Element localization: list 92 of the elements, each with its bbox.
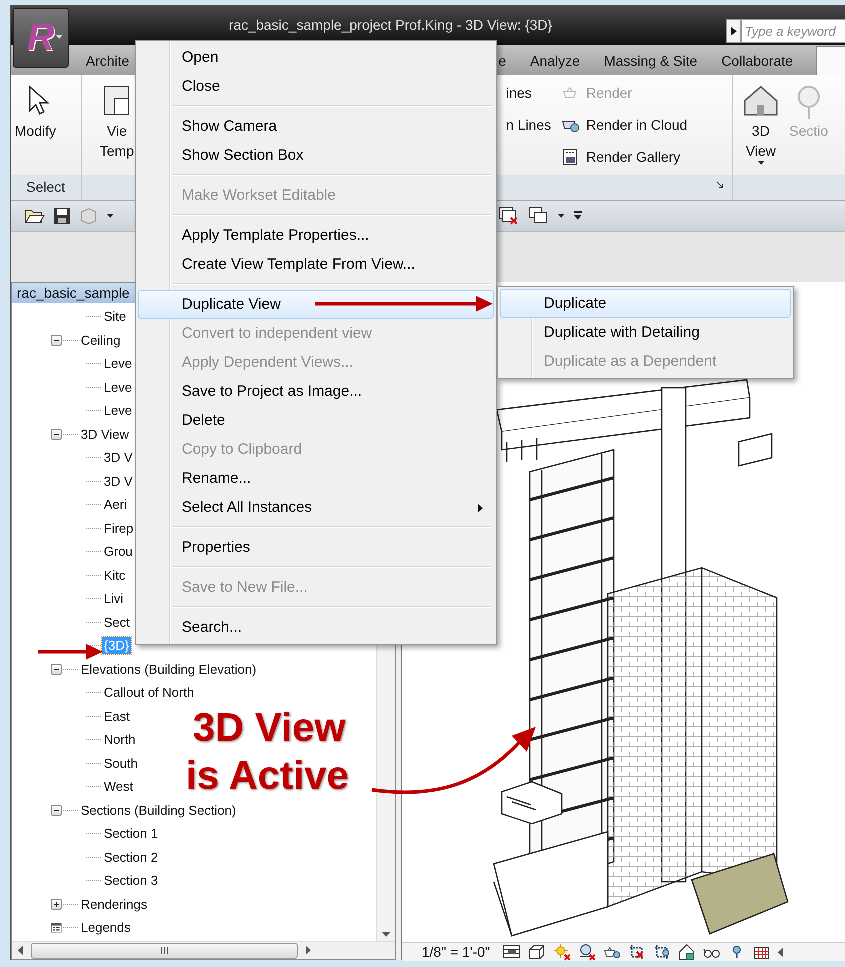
tree-item[interactable]: 3D View (79, 426, 132, 443)
grip-icon (160, 947, 170, 954)
shadow-icon[interactable] (578, 943, 596, 961)
menu-item[interactable]: Select All Instances (138, 493, 494, 522)
ribbon-tab[interactable]: Massing & Site (596, 47, 706, 75)
windows-icon[interactable] (528, 206, 550, 226)
ribbon-tab[interactable]: Archite (78, 47, 138, 75)
sun-icon[interactable] (553, 943, 572, 961)
expander[interactable] (51, 334, 62, 346)
ribbon-tool[interactable]: n Lines (506, 113, 552, 137)
scroll-right-icon[interactable] (306, 946, 311, 955)
view-templates-button[interactable]: Vie Temp (100, 75, 134, 175)
tree-item[interactable]: Grou (102, 543, 135, 560)
menu-item[interactable]: Duplicate with Detailing (500, 318, 791, 347)
expander[interactable] (51, 898, 62, 910)
menu-item[interactable]: Apply Template Properties... (138, 221, 494, 250)
tree-item[interactable]: 3D V (102, 449, 135, 466)
close-windows-icon[interactable] (498, 206, 520, 226)
tree-item[interactable]: South (102, 754, 140, 772)
menu-item[interactable]: Save to Project as Image... (138, 377, 494, 406)
app-logo: R (27, 16, 55, 60)
menu-item[interactable]: Close (138, 72, 494, 101)
panel-label: Select (11, 175, 81, 200)
annotation-arrow (38, 644, 103, 660)
tree-item[interactable]: Leve (102, 378, 134, 396)
annotation-text: is Active (186, 753, 350, 800)
ribbon-tool[interactable]: 3D View (741, 75, 781, 175)
ribbon-tool[interactable]: Render Gallery (561, 145, 688, 169)
submenu-arrow-icon (478, 504, 483, 513)
lock-house-icon[interactable] (678, 943, 696, 961)
ribbon-tab[interactable]: Collaborate (714, 47, 802, 75)
expander[interactable] (51, 664, 62, 675)
tree-item[interactable]: Leve (102, 355, 134, 372)
detail-level-icon[interactable] (503, 943, 522, 961)
expand-button[interactable] (726, 19, 741, 43)
menu-item[interactable]: Delete (138, 406, 494, 435)
ribbon-tab[interactable]: Analyze (522, 47, 588, 75)
box-icon[interactable] (528, 943, 546, 961)
menu-item[interactable]: Show Camera (138, 112, 494, 141)
tree-item[interactable]: North (102, 731, 138, 748)
tree-item[interactable]: Section 1 (102, 825, 160, 842)
caret-icon[interactable] (107, 214, 114, 218)
ribbon-tool[interactable]: Render in Cloud (561, 113, 688, 137)
tree-item[interactable]: Firep (102, 520, 136, 537)
expander[interactable] (51, 428, 62, 440)
ribbon-tab[interactable] (816, 46, 845, 75)
menu-item[interactable]: Duplicate (500, 289, 791, 318)
tree-item[interactable]: Aeri (102, 496, 130, 514)
triangle-icon (730, 26, 736, 36)
menu-item[interactable]: Show Section Box (138, 141, 494, 170)
scroll-thumb[interactable] (31, 942, 298, 958)
scroll-left-icon[interactable] (778, 948, 784, 956)
expander[interactable] (51, 804, 62, 816)
menu-item[interactable]: Rename... (138, 464, 494, 493)
menu-item[interactable]: Search... (138, 613, 494, 642)
search-field[interactable]: Type a keyword (741, 19, 845, 43)
tree-item[interactable]: Section 2 (102, 848, 160, 866)
crop-region-icon[interactable] (653, 943, 672, 961)
tree-item[interactable]: Callout of North (102, 684, 196, 702)
tree-item[interactable]: Kitc (102, 566, 128, 584)
tree-item[interactable]: Site (102, 308, 128, 326)
caret-icon (758, 161, 764, 165)
tree-item[interactable]: Ceiling (79, 332, 123, 349)
window-title: rac_basic_sample_project Prof.King - 3D View: {3D} (229, 17, 552, 33)
menu-item[interactable]: Open (138, 43, 494, 72)
menu-item[interactable]: Properties (138, 533, 494, 562)
tree-item[interactable]: Elevations (Building Elevation) (79, 660, 259, 678)
launcher-icon[interactable] (716, 181, 724, 189)
annotation-text: 3D View (192, 705, 347, 752)
tree-item[interactable]: West (102, 778, 136, 796)
tree-item[interactable]: Section 3 (102, 872, 160, 890)
ribbon-tool[interactable]: ines (506, 81, 552, 105)
tree-item[interactable]: East (102, 708, 132, 725)
tree-item[interactable]: Livi (102, 590, 126, 608)
tree-item[interactable]: 3D V (102, 472, 135, 490)
modify-button[interactable]: Modify (15, 75, 56, 175)
caret-icon[interactable] (558, 214, 565, 218)
gallery-icon (561, 148, 580, 166)
horizontal-scrollbar[interactable] (12, 941, 395, 959)
save-icon[interactable] (53, 207, 71, 225)
tree-item[interactable]: Renderings (79, 896, 150, 913)
tree-item[interactable]: Sections (Building Section) (79, 802, 238, 819)
scroll-left-icon[interactable] (18, 946, 23, 955)
tree-item[interactable]: Sect (102, 614, 132, 631)
tree-item[interactable]: Leve (102, 402, 134, 420)
customize-icon[interactable] (573, 211, 583, 221)
caret-icon (56, 35, 63, 39)
crop-icon[interactable] (628, 943, 646, 961)
menu-item[interactable]: Duplicate View (138, 290, 494, 319)
scroll-down-icon[interactable] (382, 932, 390, 937)
tree-item[interactable]: Legends (79, 919, 133, 936)
view-scale[interactable]: 1/8" = 1'-0" (422, 944, 490, 960)
